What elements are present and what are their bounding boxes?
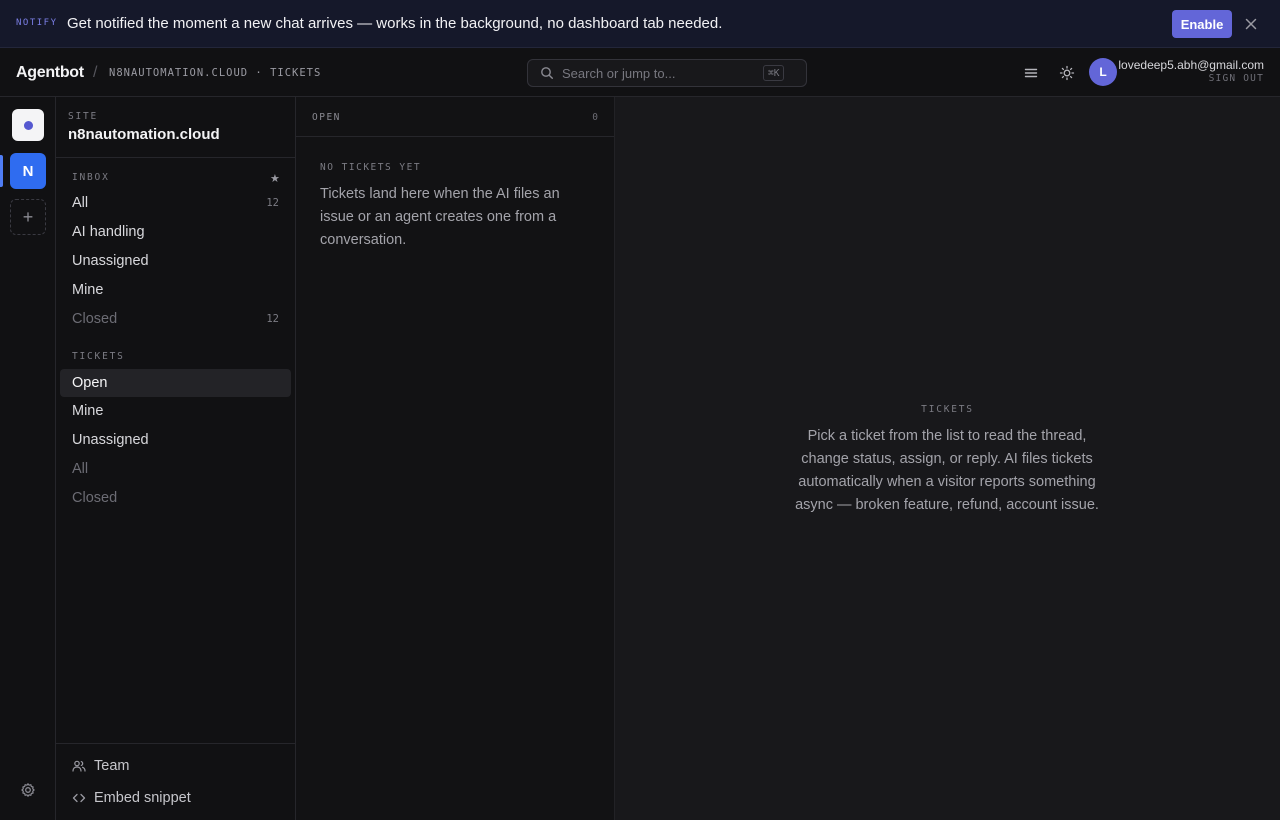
embed-snippet-label: Embed snippet [94, 790, 191, 806]
top-header: Agentbot / N8NAUTOMATION.CLOUD · TICKETS… [0, 48, 1280, 97]
site-switch-n8nautomation[interactable]: N [10, 153, 46, 189]
sidebar-item-inbox-all[interactable]: All 12 [60, 189, 291, 217]
detail-title: TICKETS [921, 404, 974, 415]
search-input[interactable]: Search or jump to... ⌘K [527, 59, 807, 87]
empty-state-message: Tickets land here when the AI files an i… [320, 186, 560, 248]
tickets-section-label: TICKETS [72, 351, 125, 362]
empty-state-title: NO TICKETS YET [320, 162, 422, 173]
user-email: lovedeep5.abh@gmail.com [1118, 58, 1264, 72]
site-dot-icon [23, 120, 33, 130]
site-label: SITE [68, 111, 99, 122]
sidebar-item-inbox-ai-handling[interactable]: AI handling [60, 218, 291, 246]
embed-snippet-link[interactable]: Embed snippet [72, 788, 191, 808]
count-badge: 12 [266, 197, 279, 209]
brand-logo[interactable]: Agentbot [16, 64, 84, 82]
sign-out-link[interactable]: SIGN OUT [1209, 73, 1264, 84]
count-badge: 12 [266, 313, 279, 325]
list-count: 0 [592, 112, 598, 123]
ticket-list-header: OPEN 0 [296, 97, 614, 137]
sidebar-item-label: Closed [72, 311, 118, 327]
site-switch-default[interactable] [12, 109, 44, 141]
enable-notifications-button[interactable]: Enable [1172, 10, 1232, 38]
close-icon[interactable] [1243, 16, 1259, 32]
divider [56, 157, 295, 158]
sidebar-item-label: Mine [72, 403, 104, 419]
sidebar-item-inbox-unassigned[interactable]: Unassigned [60, 247, 291, 275]
sidebar-item-tickets-unassigned[interactable]: Unassigned [60, 426, 291, 454]
divider [56, 743, 295, 744]
users-icon [72, 759, 86, 773]
search-placeholder: Search or jump to... [562, 66, 676, 81]
breadcrumb: N8NAUTOMATION.CLOUD · TICKETS [109, 67, 322, 79]
banner-message: Get notified the moment a new chat arriv… [67, 15, 723, 32]
sidebar-item-label: Unassigned [72, 432, 149, 448]
site-name: n8nautomation.cloud [68, 126, 220, 143]
sidebar-item-inbox-closed[interactable]: Closed 12 [60, 305, 291, 333]
theme-toggle-icon[interactable] [1059, 65, 1075, 81]
sidebar-item-label: All [72, 461, 89, 477]
sidebar-item-label: Open [72, 375, 108, 391]
code-icon [72, 791, 86, 805]
team-label: Team [94, 758, 130, 774]
search-icon [540, 66, 554, 80]
settings-gear-icon[interactable] [20, 782, 36, 798]
search-shortcut: ⌘K [763, 65, 785, 81]
sidebar-item-tickets-closed[interactable]: Closed [60, 484, 291, 512]
sidebar-item-label: Unassigned [72, 253, 149, 269]
sidebar-item-label: All [72, 195, 89, 211]
active-site-indicator [0, 155, 3, 187]
ticket-list-panel: OPEN 0 NO TICKETS YET Tickets land here … [296, 97, 615, 820]
star-icon[interactable]: ★ [270, 172, 280, 185]
inbox-section-label: INBOX [72, 172, 110, 183]
sidebar-item-tickets-open[interactable]: Open [60, 369, 291, 397]
sidebar-item-label: Closed [72, 490, 118, 506]
ticket-detail-panel: TICKETS Pick a ticket from the list to r… [615, 97, 1280, 820]
menu-icon[interactable] [1023, 65, 1039, 81]
sidebar-item-label: Mine [72, 282, 104, 298]
sidebar-item-label: AI handling [72, 224, 145, 240]
sidebar-item-tickets-all[interactable]: All [60, 455, 291, 483]
sidebar-item-tickets-mine[interactable]: Mine [60, 397, 291, 425]
avatar[interactable]: L [1089, 58, 1117, 86]
sidebar-item-inbox-mine[interactable]: Mine [60, 276, 291, 304]
list-title: OPEN [312, 112, 341, 123]
notification-banner: NOTIFY Get notified the moment a new cha… [0, 0, 1280, 48]
banner-tag: NOTIFY [16, 18, 58, 28]
detail-placeholder-message: Pick a ticket from the list to read the … [795, 428, 1099, 513]
site-rail: N + [0, 97, 56, 820]
sidebar: SITE n8nautomation.cloud INBOX ★ All 12 … [56, 97, 296, 820]
add-site-button[interactable]: + [10, 199, 46, 235]
team-link[interactable]: Team [72, 756, 129, 776]
breadcrumb-separator: / [93, 64, 98, 81]
